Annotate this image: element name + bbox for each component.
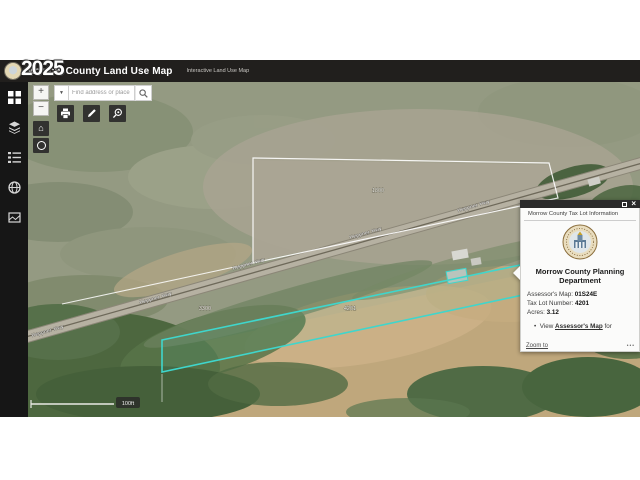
identify-button[interactable]: [109, 105, 126, 122]
scale-label: 100ft: [122, 401, 135, 407]
assessors-map-link[interactable]: Assessor's Map: [555, 323, 603, 330]
popup-org-name: Morrow County Planning Department: [527, 267, 633, 285]
search-source-dropdown[interactable]: ▼: [54, 85, 69, 101]
pencil-icon: [86, 108, 97, 119]
popup-overflow-menu[interactable]: •••: [627, 343, 635, 349]
zoom-to-link[interactable]: Zoom to: [526, 343, 548, 349]
popup-fields: Assessor's Map: 01S24E Tax Lot Number: 4…: [527, 290, 633, 317]
chevron-down-icon: ▼: [59, 90, 64, 96]
popup-chrome-bar: ×: [520, 200, 640, 208]
popup-title: Morrow County Tax Lot Information: [524, 208, 636, 221]
identify-magnifier-icon: [112, 108, 123, 119]
left-sidebar: [0, 82, 28, 417]
sidebar-item-print[interactable]: [8, 211, 21, 224]
print-map-icon: [8, 211, 21, 224]
home-button[interactable]: ⌂: [33, 121, 49, 136]
apps-grid-icon: [8, 91, 21, 104]
search-bar: ▼: [54, 85, 152, 101]
printer-icon: [60, 108, 71, 119]
lot-label-3300: 3300: [199, 306, 211, 312]
app-subtitle: Interactive Land Use Map: [187, 68, 250, 74]
zoom-in-button[interactable]: +: [33, 85, 49, 100]
sidebar-item-apps[interactable]: [8, 91, 21, 104]
zoom-out-button[interactable]: −: [33, 101, 49, 116]
print-button[interactable]: [57, 105, 74, 122]
map-canvas[interactable]: 1800 3300 4201 Heppner Hwy Heppner Hwy H…: [28, 82, 640, 417]
field-acres: Acres: 3.12: [527, 308, 633, 317]
morrow-county-seal-icon: [562, 224, 598, 260]
popup-bullet-note: • View Assessor's Map for: [527, 323, 633, 330]
sidebar-item-legend[interactable]: [8, 151, 21, 164]
copyright-watermark: 2025: [21, 57, 64, 81]
legend-list-icon: [8, 151, 21, 164]
search-icon: [139, 89, 148, 98]
sidebar-item-basemap[interactable]: [8, 181, 21, 194]
home-icon: ⌂: [38, 123, 43, 133]
search-button[interactable]: [135, 85, 152, 101]
map-toolbar: [57, 105, 126, 122]
draw-button[interactable]: [83, 105, 100, 122]
search-input[interactable]: [69, 85, 135, 101]
popup-maximize-icon[interactable]: [622, 202, 627, 207]
field-tax-lot-number: Tax Lot Number: 4201: [527, 299, 633, 308]
lot-label-4201: 4201: [344, 306, 356, 312]
popup-anchor-arrow: [513, 266, 520, 280]
sidebar-item-layers[interactable]: [8, 121, 21, 134]
locate-icon: [37, 141, 46, 150]
field-assessors-map: Assessor's Map: 01S24E: [527, 290, 633, 299]
layers-icon: [8, 121, 21, 134]
locate-button[interactable]: [33, 138, 49, 153]
lot-label-1800: 1800: [372, 188, 384, 194]
app-header: Morrow County Land Use Map Interactive L…: [0, 60, 640, 82]
popup-close-icon[interactable]: ×: [631, 201, 636, 207]
land-use-map-app: Morrow County Land Use Map Interactive L…: [0, 60, 640, 417]
county-seal-icon: [4, 62, 22, 80]
tax-lot-popup: × Morrow County Tax Lot Information: [520, 200, 640, 352]
basemap-globe-icon: [8, 181, 21, 194]
